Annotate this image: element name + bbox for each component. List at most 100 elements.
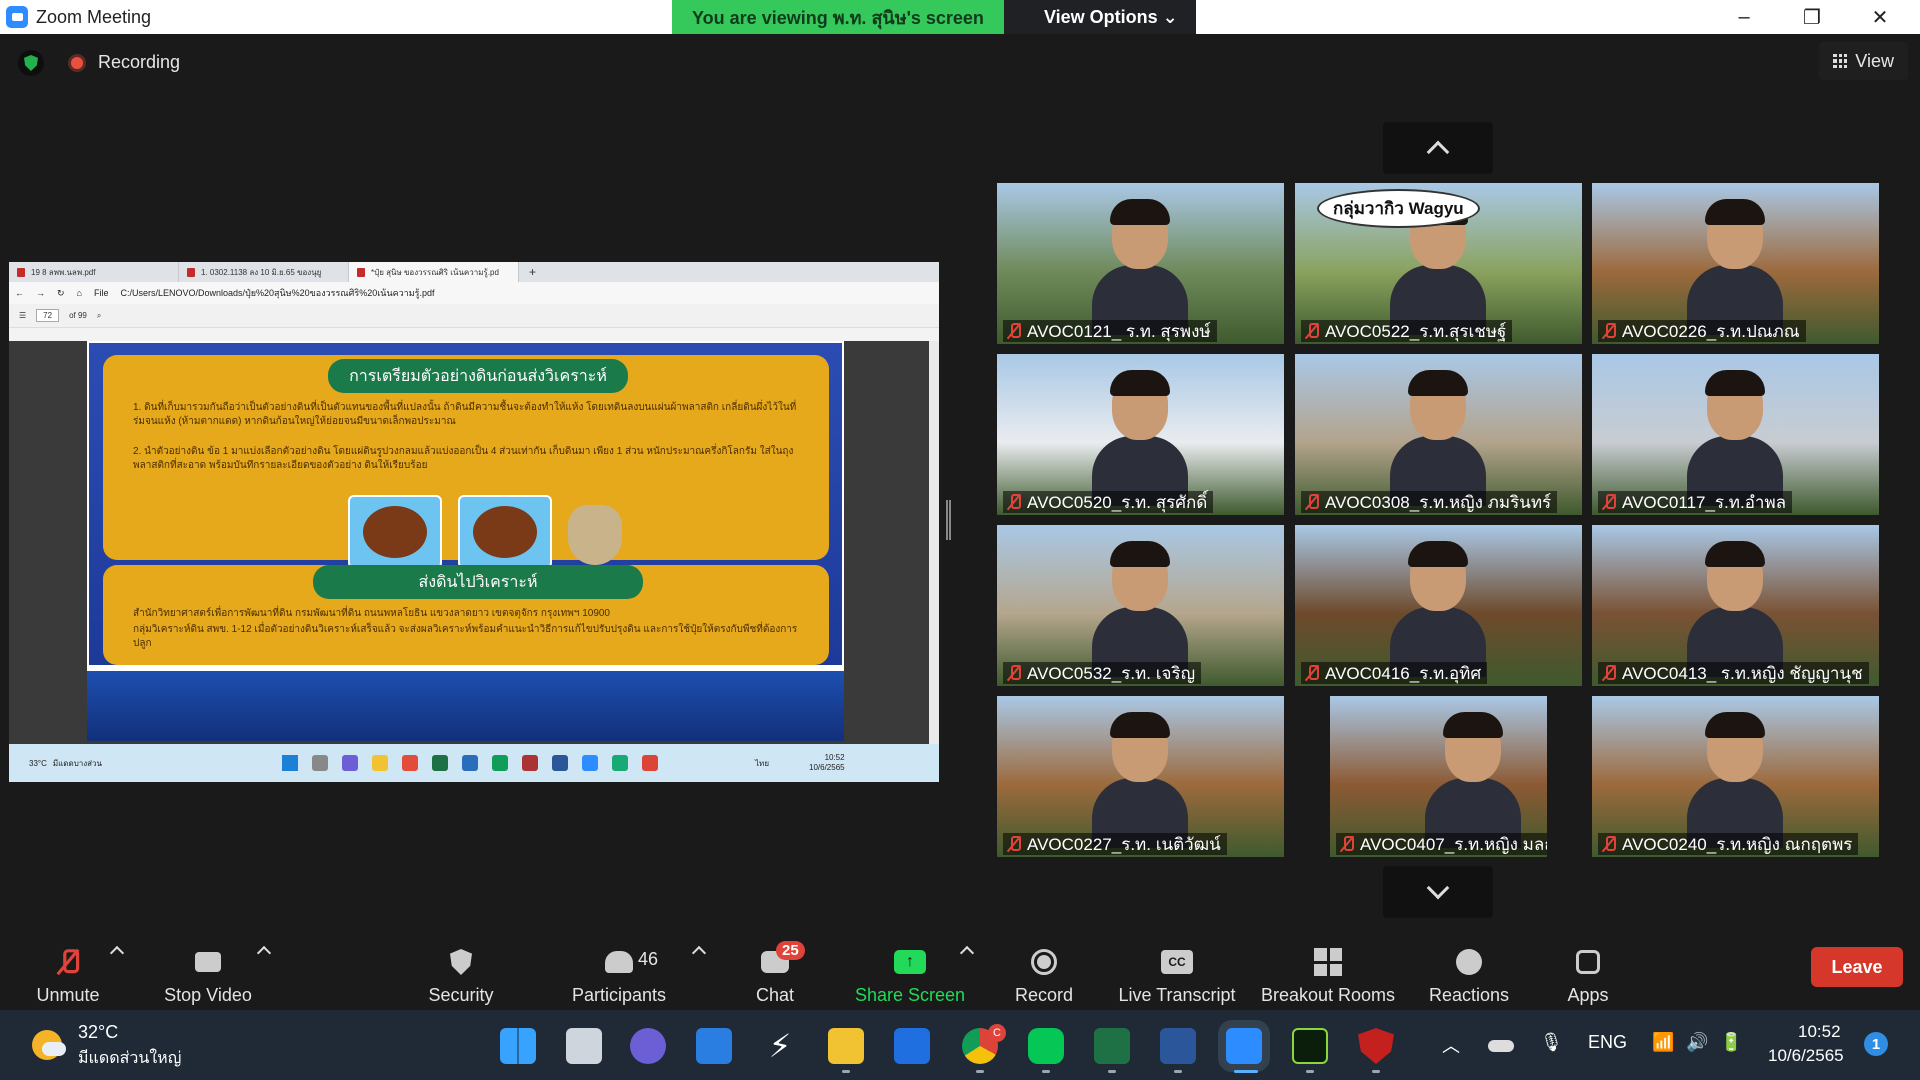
participant-video-tile[interactable]: AVOC0416_ร.ท.อุทิศ — [1295, 525, 1582, 686]
microphone-icon[interactable]: 🎙 — [1540, 1032, 1563, 1053]
participants-options-caret[interactable] — [691, 945, 707, 961]
chevron-up-tray-icon[interactable]: ︿ — [1442, 1032, 1460, 1058]
apps-button[interactable]: Apps — [1566, 934, 1610, 1006]
apps-icon — [1571, 947, 1605, 977]
participant-name: AVOC0532_ร.ท. เจริญ — [1027, 663, 1196, 683]
gallery-next-button[interactable] — [1383, 866, 1493, 918]
notification-badge[interactable]: 1 — [1864, 1032, 1888, 1056]
split-divider-handle[interactable] — [946, 500, 951, 540]
audio-options-caret[interactable] — [109, 945, 125, 961]
dropbox-icon[interactable] — [894, 1028, 930, 1064]
new-tab-icon[interactable]: + — [529, 265, 536, 279]
browser-tab-active[interactable]: *ปุ๋ย สุนิษ ของวรรณศิริ เน้นความรู้.pd — [349, 262, 519, 282]
participant-name-label: AVOC0308_ร.ท.หญิง ภมรินทร์ — [1301, 491, 1558, 513]
window-title: Zoom Meeting — [36, 6, 152, 27]
participant-video-tile[interactable]: AVOC0226_ร.ท.ปณภณ — [1592, 183, 1879, 344]
slide-card-send: ส่งดินไปวิเคราะห์ สำนักวิทยาศาสตร์เพื่อก… — [103, 565, 829, 665]
breakout-rooms-button[interactable]: Breakout Rooms — [1258, 934, 1398, 1006]
participant-video-tile[interactable]: AVOC0407_ร.ท.หญิง มลฤดี — [1330, 696, 1547, 857]
muted-mic-icon — [1305, 323, 1319, 339]
leave-button[interactable]: Leave — [1811, 947, 1903, 987]
stop-video-button[interactable]: Stop Video — [158, 934, 258, 1006]
pdf-slide: การเตรียมตัวอย่างดินก่อนส่งวิเคราะห์ 1. … — [87, 341, 844, 671]
participant-video-tile[interactable]: AVOC0532_ร.ท. เจริญ — [997, 525, 1284, 686]
weather-description[interactable]: มีแดดส่วนใหญ่ — [78, 1046, 181, 1071]
recording-label: Recording — [98, 52, 181, 72]
chat-button[interactable]: 25 Chat — [745, 934, 805, 1006]
maximize-button[interactable]: ❐ — [1778, 0, 1846, 34]
back-icon[interactable]: ← — [15, 288, 24, 298]
word-icon[interactable] — [1160, 1028, 1196, 1064]
encryption-shield-icon[interactable] — [18, 50, 44, 76]
wifi-icon[interactable]: 📶 — [1652, 1032, 1674, 1053]
line-app-icon[interactable] — [1028, 1028, 1064, 1064]
participants-button[interactable]: 46 Participants — [566, 934, 672, 1006]
participant-name-label: AVOC0520_ร.ท. สุรศักดิ์ — [1003, 491, 1214, 513]
record-button[interactable]: Record — [1012, 934, 1076, 1006]
participant-video-tile[interactable]: AVOC0240_ร.ท.หญิง ณกฤตพร — [1592, 696, 1879, 857]
participant-video-tile[interactable]: AVOC0308_ร.ท.หญิง ภมรินทร์ — [1295, 354, 1582, 515]
mail-icon[interactable] — [696, 1028, 732, 1064]
participant-video — [1092, 199, 1188, 335]
excel-icon[interactable] — [1094, 1028, 1130, 1064]
minimize-button[interactable]: – — [1710, 0, 1778, 34]
lightning-app-icon[interactable]: ⚡ — [762, 1028, 798, 1064]
video-overlay-text: กลุ่มวากิว Wagyu — [1317, 189, 1480, 228]
participant-name-label: AVOC0416_ร.ท.อุทิศ — [1301, 662, 1488, 684]
gallery-prev-button[interactable] — [1383, 122, 1493, 174]
participant-video-tile[interactable]: AVOC0520_ร.ท. สุรศักดิ์ — [997, 354, 1284, 515]
participant-video-tile[interactable]: AVOC0227_ร.ท. เนติวัฒน์ — [997, 696, 1284, 857]
unmute-button[interactable]: Unmute — [30, 934, 106, 1006]
battery-icon[interactable]: 🔋 — [1720, 1032, 1742, 1053]
muted-mic-icon — [1602, 665, 1616, 681]
video-options-caret[interactable] — [256, 945, 272, 961]
close-button[interactable]: ✕ — [1846, 0, 1914, 34]
participant-video — [1092, 370, 1188, 506]
reload-icon[interactable]: ↻ — [57, 288, 65, 299]
chrome-profile-badge: C — [988, 1024, 1006, 1042]
volume-icon[interactable]: 🔊 — [1686, 1032, 1708, 1053]
security-button[interactable]: Security — [420, 934, 502, 1006]
contents-icon[interactable]: ☰ — [19, 311, 26, 320]
view-options-button[interactable]: View Options ⌄ — [1003, 0, 1196, 34]
browser-tab[interactable]: 19 8 ลพพ.นลพ.pdf — [9, 262, 179, 282]
onedrive-icon[interactable] — [1488, 1040, 1514, 1052]
clock-time[interactable]: 10:52 — [1798, 1022, 1841, 1042]
pdf-scrollbar[interactable] — [929, 341, 939, 744]
share-screen-button[interactable]: ↑ Share Screen — [852, 934, 968, 1006]
browser-tab[interactable]: 1. 0302.1138 ลง 10 มิ.ย.65 ของนุยู — [179, 262, 349, 282]
search-icon[interactable]: ⌕ — [97, 311, 101, 321]
dreamweaver-icon[interactable] — [1292, 1028, 1328, 1064]
pdf-icon — [187, 267, 195, 277]
shared-weather-temp: 33°C — [29, 758, 47, 768]
teams-icon — [342, 755, 359, 771]
file-explorer-icon[interactable] — [828, 1028, 864, 1064]
participant-video — [1390, 541, 1486, 677]
weather-temperature[interactable]: 32°C — [78, 1022, 118, 1043]
participant-name: AVOC0520_ร.ท. สุรศักดิ์ — [1027, 492, 1208, 512]
reactions-button[interactable]: Reactions — [1428, 934, 1510, 1006]
address-url[interactable]: C:/Users/LENOVO/Downloads/ปุ๋ย%20สุนิษ%2… — [121, 286, 435, 300]
teams-chat-icon[interactable] — [630, 1028, 666, 1064]
participant-video-tile[interactable]: AVOC0413_ ร.ท.หญิง ชัญญานุช — [1592, 525, 1879, 686]
clock-date[interactable]: 10/6/2565 — [1768, 1046, 1844, 1066]
forward-icon[interactable]: → — [36, 288, 45, 298]
participant-video-tile[interactable]: AVOC0117_ร.ท.อำพล — [1592, 354, 1879, 515]
zoom-taskbar-icon[interactable] — [1226, 1028, 1262, 1064]
zoom-icon — [582, 755, 599, 771]
participant-video-tile[interactable]: AVOC0121_ ร.ท. สุรพงษ์ — [997, 183, 1284, 344]
home-icon[interactable]: ⌂ — [77, 288, 82, 298]
task-view-icon[interactable] — [566, 1028, 602, 1064]
participant-video-tile[interactable]: กลุ่มวากิว Wagyu AVOC0522_ร.ท.สุรเชษฐ์ — [1295, 183, 1582, 344]
start-windows-icon[interactable] — [500, 1028, 536, 1064]
language-indicator[interactable]: ENG — [1588, 1032, 1627, 1053]
participant-name: AVOC0117_ร.ท.อำพล — [1622, 492, 1787, 512]
pdf-icon — [357, 267, 365, 277]
muted-mic-icon — [1340, 836, 1354, 852]
participant-name: AVOC0227_ร.ท. เนติวัฒน์ — [1027, 834, 1221, 854]
view-button[interactable]: View — [1819, 42, 1908, 80]
page-number-input[interactable]: 72 — [36, 309, 60, 322]
muted-mic-icon — [1007, 665, 1021, 681]
live-transcript-button[interactable]: CC Live Transcript — [1114, 934, 1240, 1006]
mcafee-icon[interactable] — [1358, 1028, 1394, 1064]
